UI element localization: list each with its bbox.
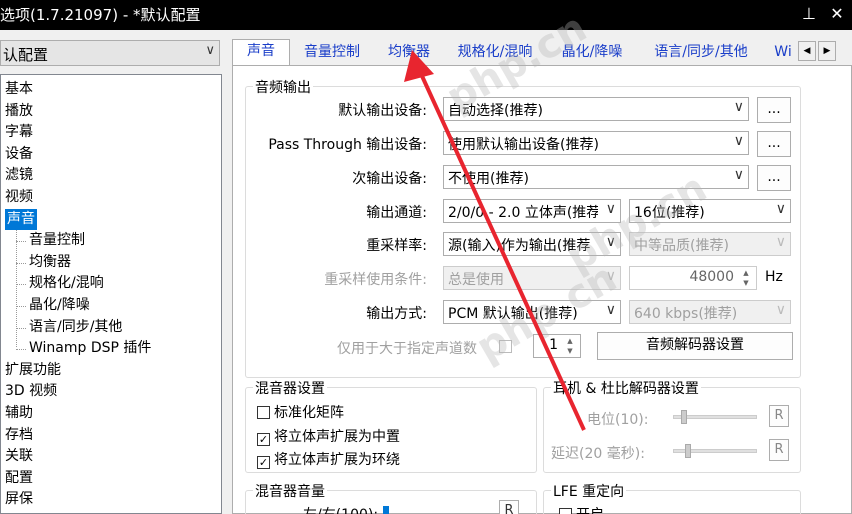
arrow-shaft [420,75,586,431]
annotation-arrow [404,50,586,431]
arrow-head [404,50,434,82]
